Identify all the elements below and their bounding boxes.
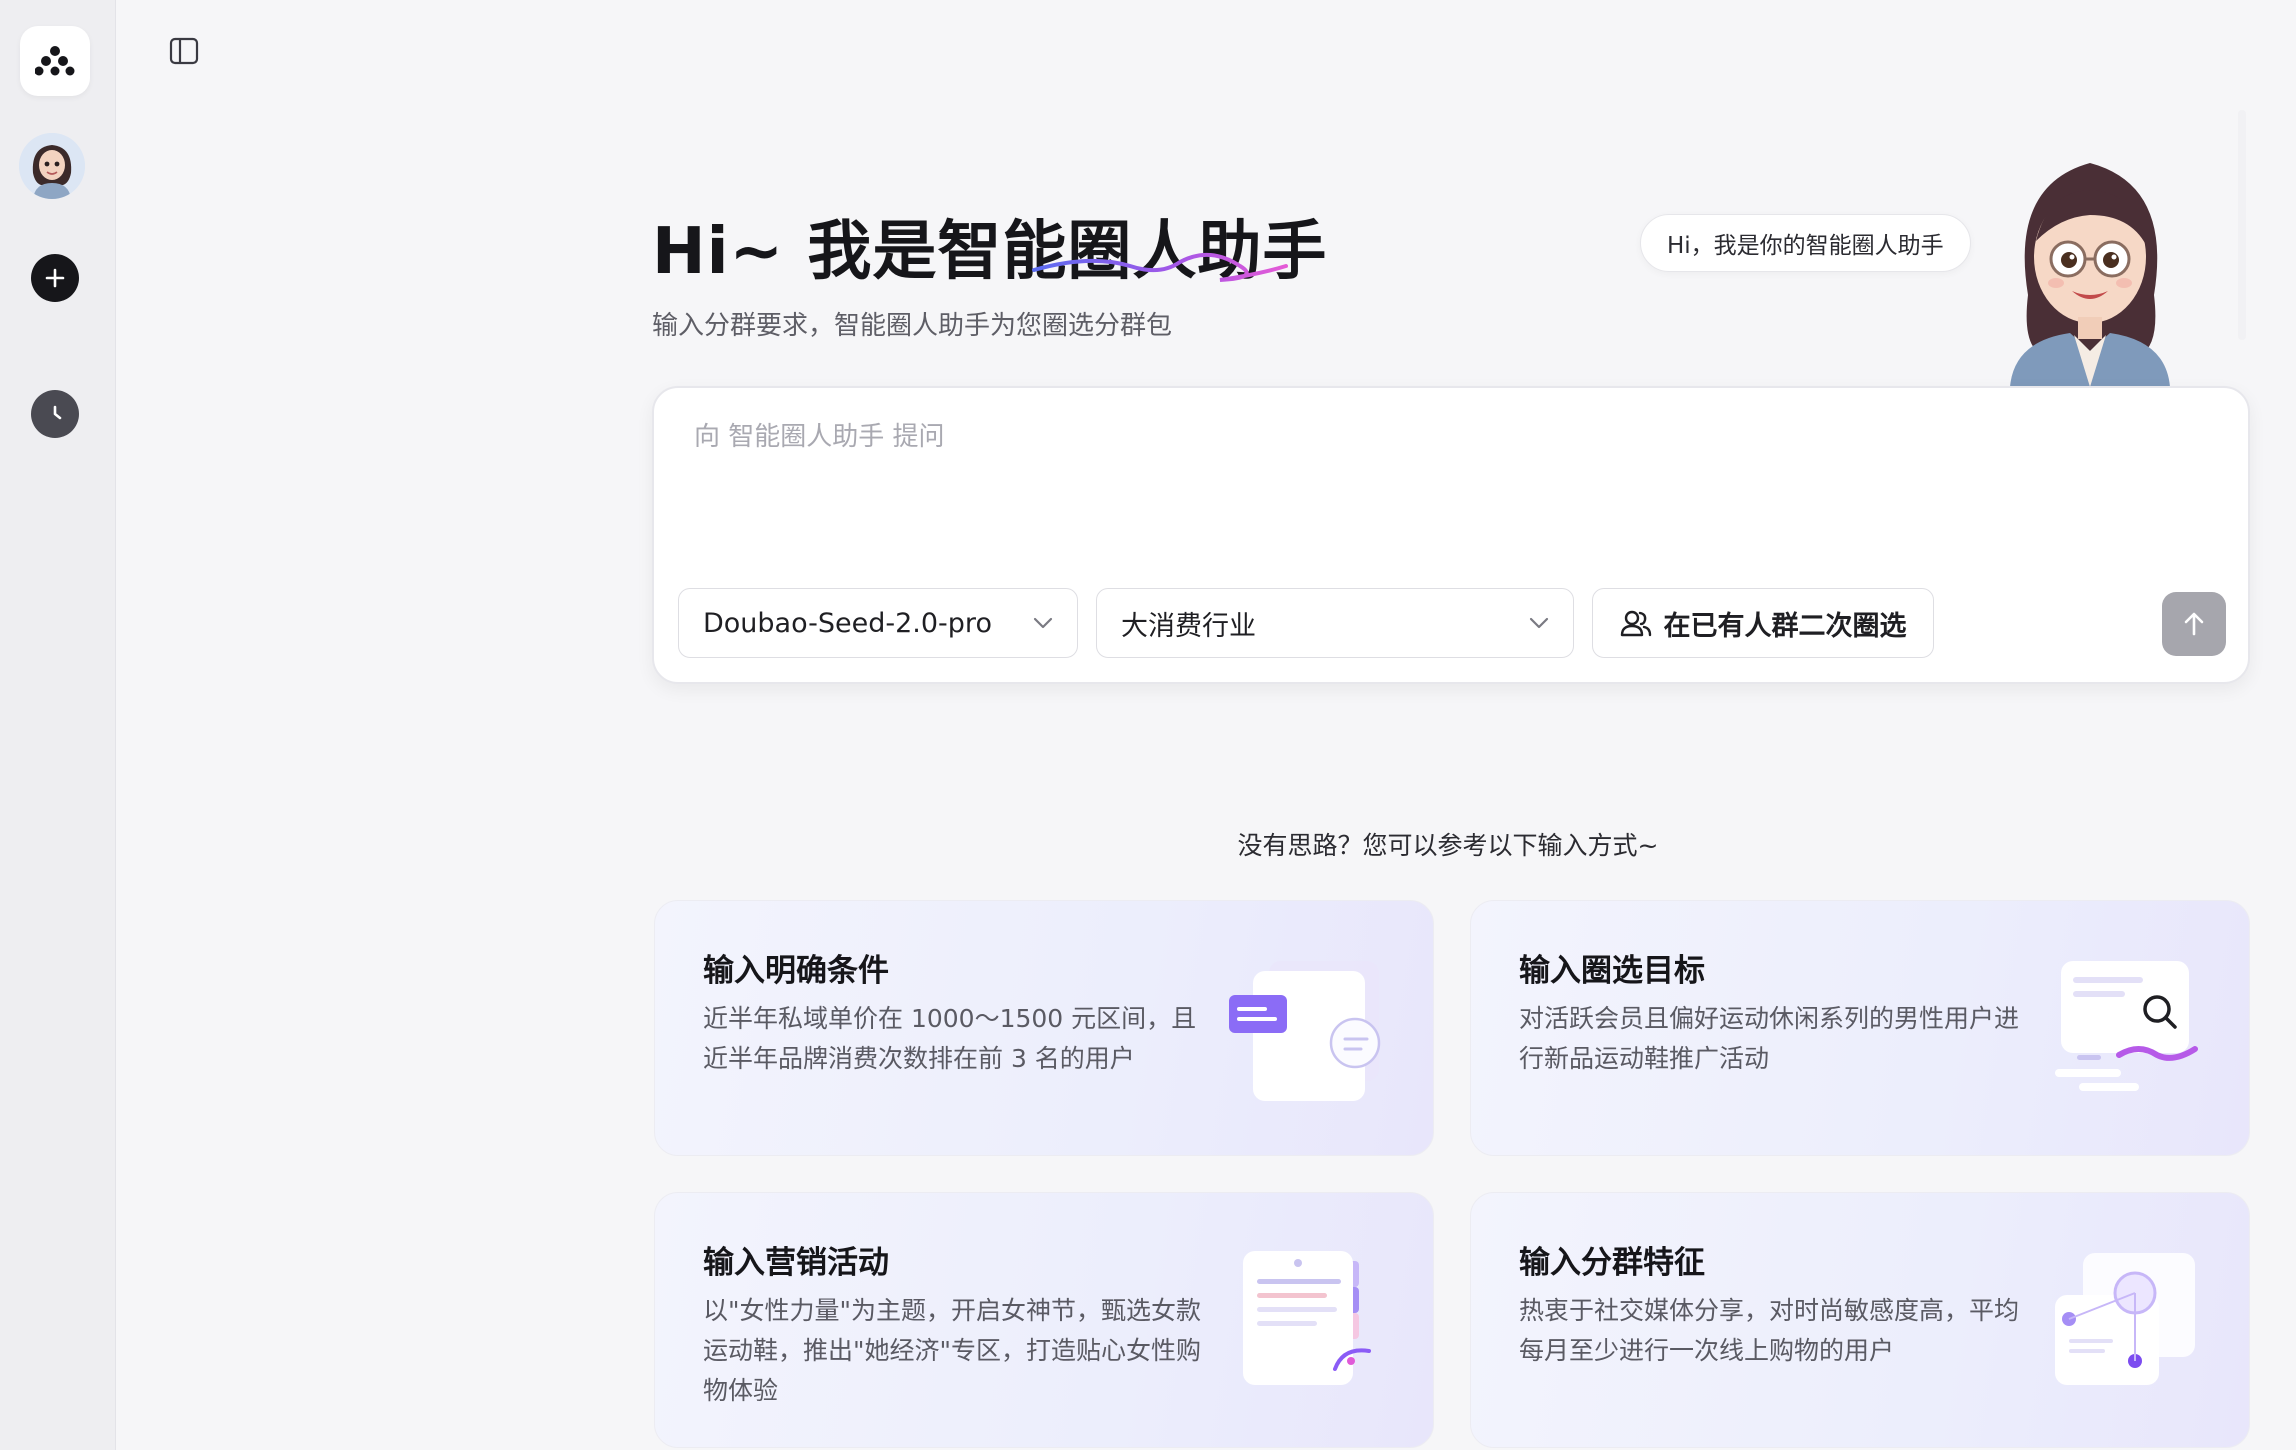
assistant-mascot-illustration (2010, 163, 2170, 387)
suggestion-card-desc: 近半年私域单价在 1000～1500 元区间，且近半年品牌消费次数排在前 3 名… (703, 1004, 1197, 1073)
network-nodes-icon (2055, 1253, 2195, 1385)
new-chat-button[interactable] (31, 254, 79, 302)
suggestions-hint: 没有思路？您可以参考以下输入方式~ (1237, 831, 1659, 860)
suggestion-card-target[interactable]: 输入圈选目标 对活跃会员且偏好运动休闲系列的男性用户进行新品运动鞋推广活动 (1470, 900, 2250, 1156)
suggestion-card-desc: 以"女性力量"为主题，开启女神节，甄选女款运动鞋，推出"她经济"专区，打造贴心女… (703, 1296, 1201, 1405)
arrow-up-icon (2184, 612, 2204, 636)
industry-select[interactable]: 大消费行业 (1096, 588, 1574, 658)
suggestion-card-title: 输入圈选目标 (1519, 953, 1705, 989)
suggestion-card-title: 输入分群特征 (1519, 1245, 1705, 1281)
plus-icon (45, 268, 65, 288)
industry-select-value: 大消费行业 (1121, 610, 1256, 642)
assistant-avatar[interactable] (19, 133, 85, 199)
greeting-bubble: Hi，我是你的智能圈人助手 (1640, 214, 1971, 272)
model-select[interactable]: Doubao-Seed-2.0-pro (678, 588, 1078, 658)
history-button[interactable] (31, 390, 79, 438)
chevron-down-icon (1033, 617, 1053, 629)
composer-card: Doubao-Seed-2.0-pro 大消费行业 在已有人群二次圈选 (652, 386, 2250, 684)
users-icon (1620, 610, 1651, 637)
sidebar-toggle-button[interactable] (168, 36, 200, 66)
refine-existing-audience-label: 在已有人群二次圈选 (1663, 610, 1907, 642)
scrollbar-track[interactable] (2238, 110, 2246, 340)
title-underline-decoration (1032, 252, 1288, 282)
search-screen-icon (2055, 961, 2198, 1091)
suggestion-card-title: 输入营销活动 (703, 1245, 889, 1281)
campaign-document-icon (1243, 1251, 1371, 1385)
chevron-down-icon (1529, 617, 1549, 629)
sidebar (0, 0, 116, 1450)
suggestion-card-conditions[interactable]: 输入明确条件 近半年私域单价在 1000～1500 元区间，且近半年品牌消费次数… (654, 900, 1434, 1156)
suggestion-card-title: 输入明确条件 (703, 953, 889, 989)
document-form-icon (1229, 961, 1381, 1101)
app-logo-icon (35, 46, 75, 76)
send-button[interactable] (2162, 592, 2226, 656)
clock-icon (53, 405, 62, 420)
assistant-avatar-icon (19, 133, 85, 199)
refine-existing-audience-button[interactable]: 在已有人群二次圈选 (1592, 588, 1934, 658)
suggestion-card-desc: 热衷于社交媒体分享，对时尚敏感度高，平均每月至少进行一次线上购物的用户 (1519, 1296, 2020, 1365)
suggestion-card-campaign[interactable]: 输入营销活动 以"女性力量"为主题，开启女神节，甄选女款运动鞋，推出"她经济"专… (654, 1192, 1434, 1448)
suggestion-card-features[interactable]: 输入分群特征 热衷于社交媒体分享，对时尚敏感度高，平均每月至少进行一次线上购物的… (1470, 1192, 2250, 1448)
app-logo[interactable] (20, 26, 90, 96)
page-subtitle: 输入分群要求，智能圈人助手为您圈选分群包 (652, 311, 1173, 341)
model-select-value: Doubao-Seed-2.0-pro (703, 607, 992, 639)
suggestion-card-desc: 对活跃会员且偏好运动休闲系列的男性用户进行新品运动鞋推广活动 (1519, 1004, 2020, 1073)
prompt-input[interactable] (694, 416, 2194, 526)
sidebar-toggle-icon (169, 37, 199, 65)
